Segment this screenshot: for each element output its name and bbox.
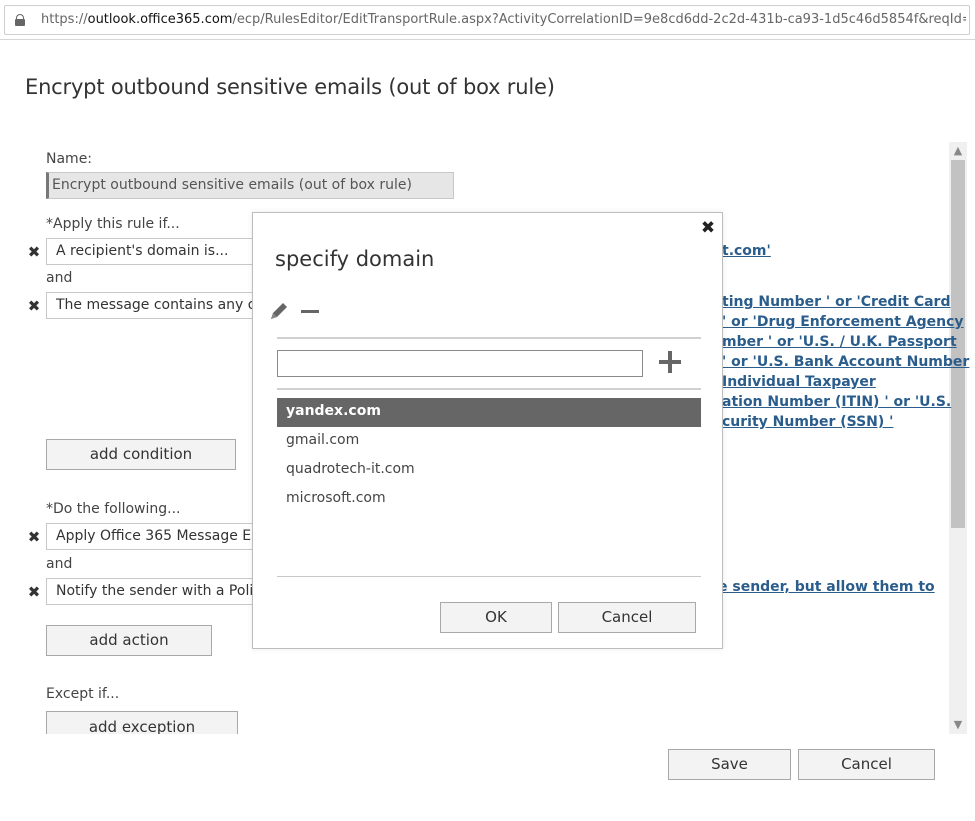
and-label-2: and xyxy=(46,556,73,572)
add-domain-icon[interactable] xyxy=(659,351,681,373)
ok-button[interactable]: OK xyxy=(440,602,552,633)
url-path: /ecp/RulesEditor/EditTransportRule.aspx?… xyxy=(232,12,966,27)
input-divider xyxy=(277,388,701,390)
action-2-value-link[interactable]: e sender, but allow them to xyxy=(718,579,935,595)
remove-minus-icon[interactable] xyxy=(301,310,319,313)
url-host: outlook.office365.com xyxy=(87,12,233,27)
action-2-select[interactable]: Notify the sender with a Policy xyxy=(46,578,256,605)
scroll-up-icon[interactable]: ▲ xyxy=(949,142,967,160)
except-if-label: Except if... xyxy=(46,686,120,702)
action-1-select[interactable]: Apply Office 365 Message Enc xyxy=(46,523,256,550)
vertical-scrollbar[interactable]: ▲ ▼ xyxy=(949,142,967,734)
domain-input[interactable] xyxy=(277,350,643,377)
specify-domain-dialog: ✖ specify domain yandex.com gmail.com qu… xyxy=(252,212,723,649)
domain-list-item[interactable]: quadrotech-it.com xyxy=(277,456,701,485)
domain-list-item[interactable]: gmail.com xyxy=(277,427,701,456)
domain-list: yandex.com gmail.com quadrotech-it.com m… xyxy=(277,398,701,514)
url-prefix: https:// xyxy=(41,12,88,27)
url-text[interactable]: https://outlook.office365.com/ecp/RulesE… xyxy=(41,12,966,27)
dialog-title: specify domain xyxy=(275,247,435,271)
name-label: Name: xyxy=(46,151,93,167)
name-field[interactable]: Encrypt outbound sensitive emails (out o… xyxy=(46,172,454,199)
condition-1-select[interactable]: A recipient's domain is... xyxy=(46,238,256,265)
lock-icon xyxy=(15,14,25,26)
close-icon[interactable]: ✖ xyxy=(700,220,716,237)
add-condition-button[interactable]: add condition xyxy=(46,439,236,470)
page-title: Encrypt outbound sensitive emails (out o… xyxy=(25,75,555,99)
toolbar-divider xyxy=(277,337,701,339)
condition-2-value-link-line-5[interactable]: Individual Taxpayer xyxy=(722,374,876,390)
condition-2-value-link-line-2[interactable]: ' or 'Drug Enforcement Agency xyxy=(722,314,964,330)
dialog-cancel-button[interactable]: Cancel xyxy=(558,602,696,633)
url-field[interactable]: https://outlook.office365.com/ecp/RulesE… xyxy=(4,5,970,35)
and-label-1: and xyxy=(46,270,73,286)
condition-1-value-link[interactable]: t.com' xyxy=(722,243,771,259)
scroll-down-icon[interactable]: ▼ xyxy=(949,716,967,734)
condition-2-value-link-line-7[interactable]: curity Number (SSN) ' xyxy=(722,414,893,430)
remove-condition-2-icon[interactable]: ✖ xyxy=(27,299,41,314)
add-exception-button[interactable]: add exception xyxy=(46,711,238,734)
address-bar: https://outlook.office365.com/ecp/RulesE… xyxy=(0,0,975,40)
do-following-label: *Do the following... xyxy=(46,501,181,517)
condition-2-value-link-line-3[interactable]: mber ' or 'U.S. / U.K. Passport xyxy=(722,334,957,350)
remove-action-2-icon[interactable]: ✖ xyxy=(27,585,41,600)
remove-action-1-icon[interactable]: ✖ xyxy=(27,530,41,545)
domain-list-item[interactable]: yandex.com xyxy=(277,398,701,427)
cancel-button[interactable]: Cancel xyxy=(798,749,935,780)
remove-condition-1-icon[interactable]: ✖ xyxy=(27,245,41,260)
condition-2-select[interactable]: The message contains any of t xyxy=(46,292,256,319)
list-divider xyxy=(277,576,701,577)
save-button[interactable]: Save xyxy=(668,749,791,780)
apply-rule-label: *Apply this rule if... xyxy=(46,216,180,232)
add-action-button[interactable]: add action xyxy=(46,625,212,656)
domain-list-item[interactable]: microsoft.com xyxy=(277,485,701,514)
condition-2-value-link-line-6[interactable]: ation Number (ITIN) ' or 'U.S. xyxy=(722,394,951,410)
condition-2-value-link-line-1[interactable]: ting Number ' or 'Credit Card xyxy=(722,294,950,310)
condition-2-value-link-line-4[interactable]: ' or 'U.S. Bank Account Number xyxy=(722,354,969,370)
edit-pencil-icon[interactable] xyxy=(267,299,291,323)
